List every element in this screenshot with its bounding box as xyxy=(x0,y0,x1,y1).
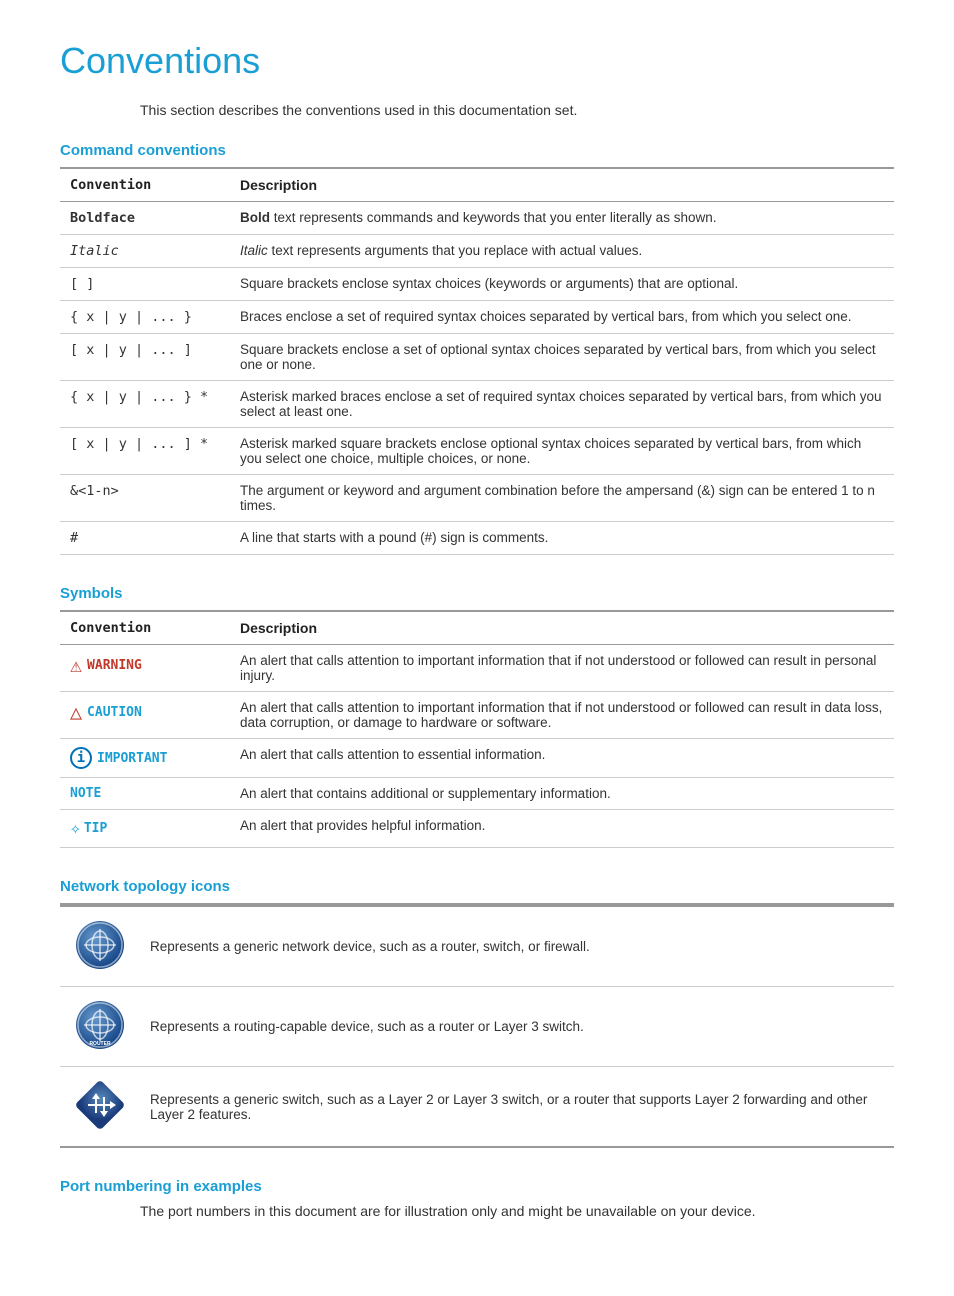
table-row: Represents a generic network device, suc… xyxy=(60,906,894,987)
convention-cell: { x | y | ... } xyxy=(60,301,230,334)
convention-cell: [ x | y | ... ] xyxy=(60,334,230,381)
tip-icon: ✧ xyxy=(70,818,81,839)
caution-symbol: △ CAUTION xyxy=(70,700,220,724)
port-numbering-section: Port numbering in examples The port numb… xyxy=(60,1178,894,1219)
convention-cell: { x | y | ... } * xyxy=(60,381,230,428)
convention-cell: [ x | y | ... ] * xyxy=(60,428,230,475)
desc-cell: Asterisk marked square brackets enclose … xyxy=(230,428,894,475)
switch-icon xyxy=(74,1079,126,1131)
network-topology-heading: Network topology icons xyxy=(60,878,894,895)
important-symbol: i IMPORTANT xyxy=(70,747,220,769)
warning-label: WARNING xyxy=(87,658,142,673)
description-col-header2: Description xyxy=(230,611,894,645)
table-row: ⚠ WARNING An alert that calls attention … xyxy=(60,645,894,692)
port-numbering-heading: Port numbering in examples xyxy=(60,1178,894,1195)
table-row: Italic Italic text represents arguments … xyxy=(60,235,894,268)
note-desc: An alert that contains additional or sup… xyxy=(230,778,894,810)
table-row: &<1-n> The argument or keyword and argum… xyxy=(60,475,894,522)
note-symbol: NOTE xyxy=(70,786,220,801)
convention-cell: [ ] xyxy=(60,268,230,301)
table-row: △ CAUTION An alert that calls attention … xyxy=(60,692,894,739)
desc-cell: Italic text represents arguments that yo… xyxy=(240,243,642,258)
generic-device-icon xyxy=(74,919,126,971)
symbols-heading: Symbols xyxy=(60,585,894,602)
generic-device-icon-cell xyxy=(60,906,140,987)
symbols-table: Convention Description ⚠ WARNING An aler… xyxy=(60,610,894,848)
table-row: Represents a generic switch, such as a L… xyxy=(60,1067,894,1148)
table-row: [ x | y | ... ] * Asterisk marked square… xyxy=(60,428,894,475)
desc-cell: Square brackets enclose syntax choices (… xyxy=(230,268,894,301)
convention-cell: Boldface xyxy=(70,210,135,226)
convention-cell: # xyxy=(60,522,230,555)
desc-cell: Braces enclose a set of required syntax … xyxy=(230,301,894,334)
note-label: NOTE xyxy=(70,786,101,801)
router-desc: Represents a routing-capable device, suc… xyxy=(140,987,894,1067)
table-row: i IMPORTANT An alert that calls attentio… xyxy=(60,739,894,778)
convention-cell: Italic xyxy=(70,243,119,259)
tip-desc: An alert that provides helpful informati… xyxy=(230,810,894,848)
symbols-section: Symbols Convention Description ⚠ WARNING… xyxy=(60,585,894,848)
page-title: Conventions xyxy=(60,40,894,82)
desc-cell: Square brackets enclose a set of optiona… xyxy=(230,334,894,381)
desc-cell: The argument or keyword and argument com… xyxy=(230,475,894,522)
convention-col-header: Convention xyxy=(60,168,230,202)
warning-icon: ⚠ xyxy=(70,653,82,677)
generic-device-desc: Represents a generic network device, suc… xyxy=(140,906,894,987)
description-col-header: Description xyxy=(230,168,894,202)
table-row: [ ] Square brackets enclose syntax choic… xyxy=(60,268,894,301)
important-desc: An alert that calls attention to essenti… xyxy=(230,739,894,778)
warning-symbol: ⚠ WARNING xyxy=(70,653,220,677)
table-row: [ x | y | ... ] Square brackets enclose … xyxy=(60,334,894,381)
table-row: { x | y | ... } * Asterisk marked braces… xyxy=(60,381,894,428)
svg-text:ROUTER: ROUTER xyxy=(89,1041,111,1047)
port-numbering-desc: The port numbers in this document are fo… xyxy=(140,1203,894,1219)
command-conventions-table: Convention Description Boldface Bold tex… xyxy=(60,167,894,555)
command-conventions-heading: Command conventions xyxy=(60,142,894,159)
table-row: Boldface Bold text represents commands a… xyxy=(60,202,894,235)
table-row: NOTE An alert that contains additional o… xyxy=(60,778,894,810)
table-row: { x | y | ... } Braces enclose a set of … xyxy=(60,301,894,334)
network-topology-section: Network topology icons xyxy=(60,878,894,1148)
caution-desc: An alert that calls attention to importa… xyxy=(230,692,894,739)
convention-col-header2: Convention xyxy=(60,611,230,645)
caution-icon: △ xyxy=(70,700,82,724)
tip-symbol: ✧ TIP xyxy=(70,818,220,839)
important-icon: i xyxy=(70,747,92,769)
table-row: ROUTER Represents a routing-capable devi… xyxy=(60,987,894,1067)
network-topology-table: Represents a generic network device, suc… xyxy=(60,903,894,1148)
desc-cell: Bold text represents commands and keywor… xyxy=(240,210,716,225)
tip-label: TIP xyxy=(84,821,107,836)
table-row: ✧ TIP An alert that provides helpful inf… xyxy=(60,810,894,848)
desc-cell: Asterisk marked braces enclose a set of … xyxy=(230,381,894,428)
switch-icon-cell xyxy=(60,1067,140,1148)
warning-desc: An alert that calls attention to importa… xyxy=(230,645,894,692)
router-icon-cell: ROUTER xyxy=(60,987,140,1067)
caution-label: CAUTION xyxy=(87,705,142,720)
command-conventions-section: Command conventions Convention Descripti… xyxy=(60,142,894,555)
switch-desc: Represents a generic switch, such as a L… xyxy=(140,1067,894,1148)
desc-cell: A line that starts with a pound (#) sign… xyxy=(230,522,894,555)
intro-text: This section describes the conventions u… xyxy=(140,102,894,118)
convention-cell: &<1-n> xyxy=(60,475,230,522)
important-label: IMPORTANT xyxy=(97,751,167,766)
table-row: # A line that starts with a pound (#) si… xyxy=(60,522,894,555)
router-icon: ROUTER xyxy=(74,999,126,1051)
